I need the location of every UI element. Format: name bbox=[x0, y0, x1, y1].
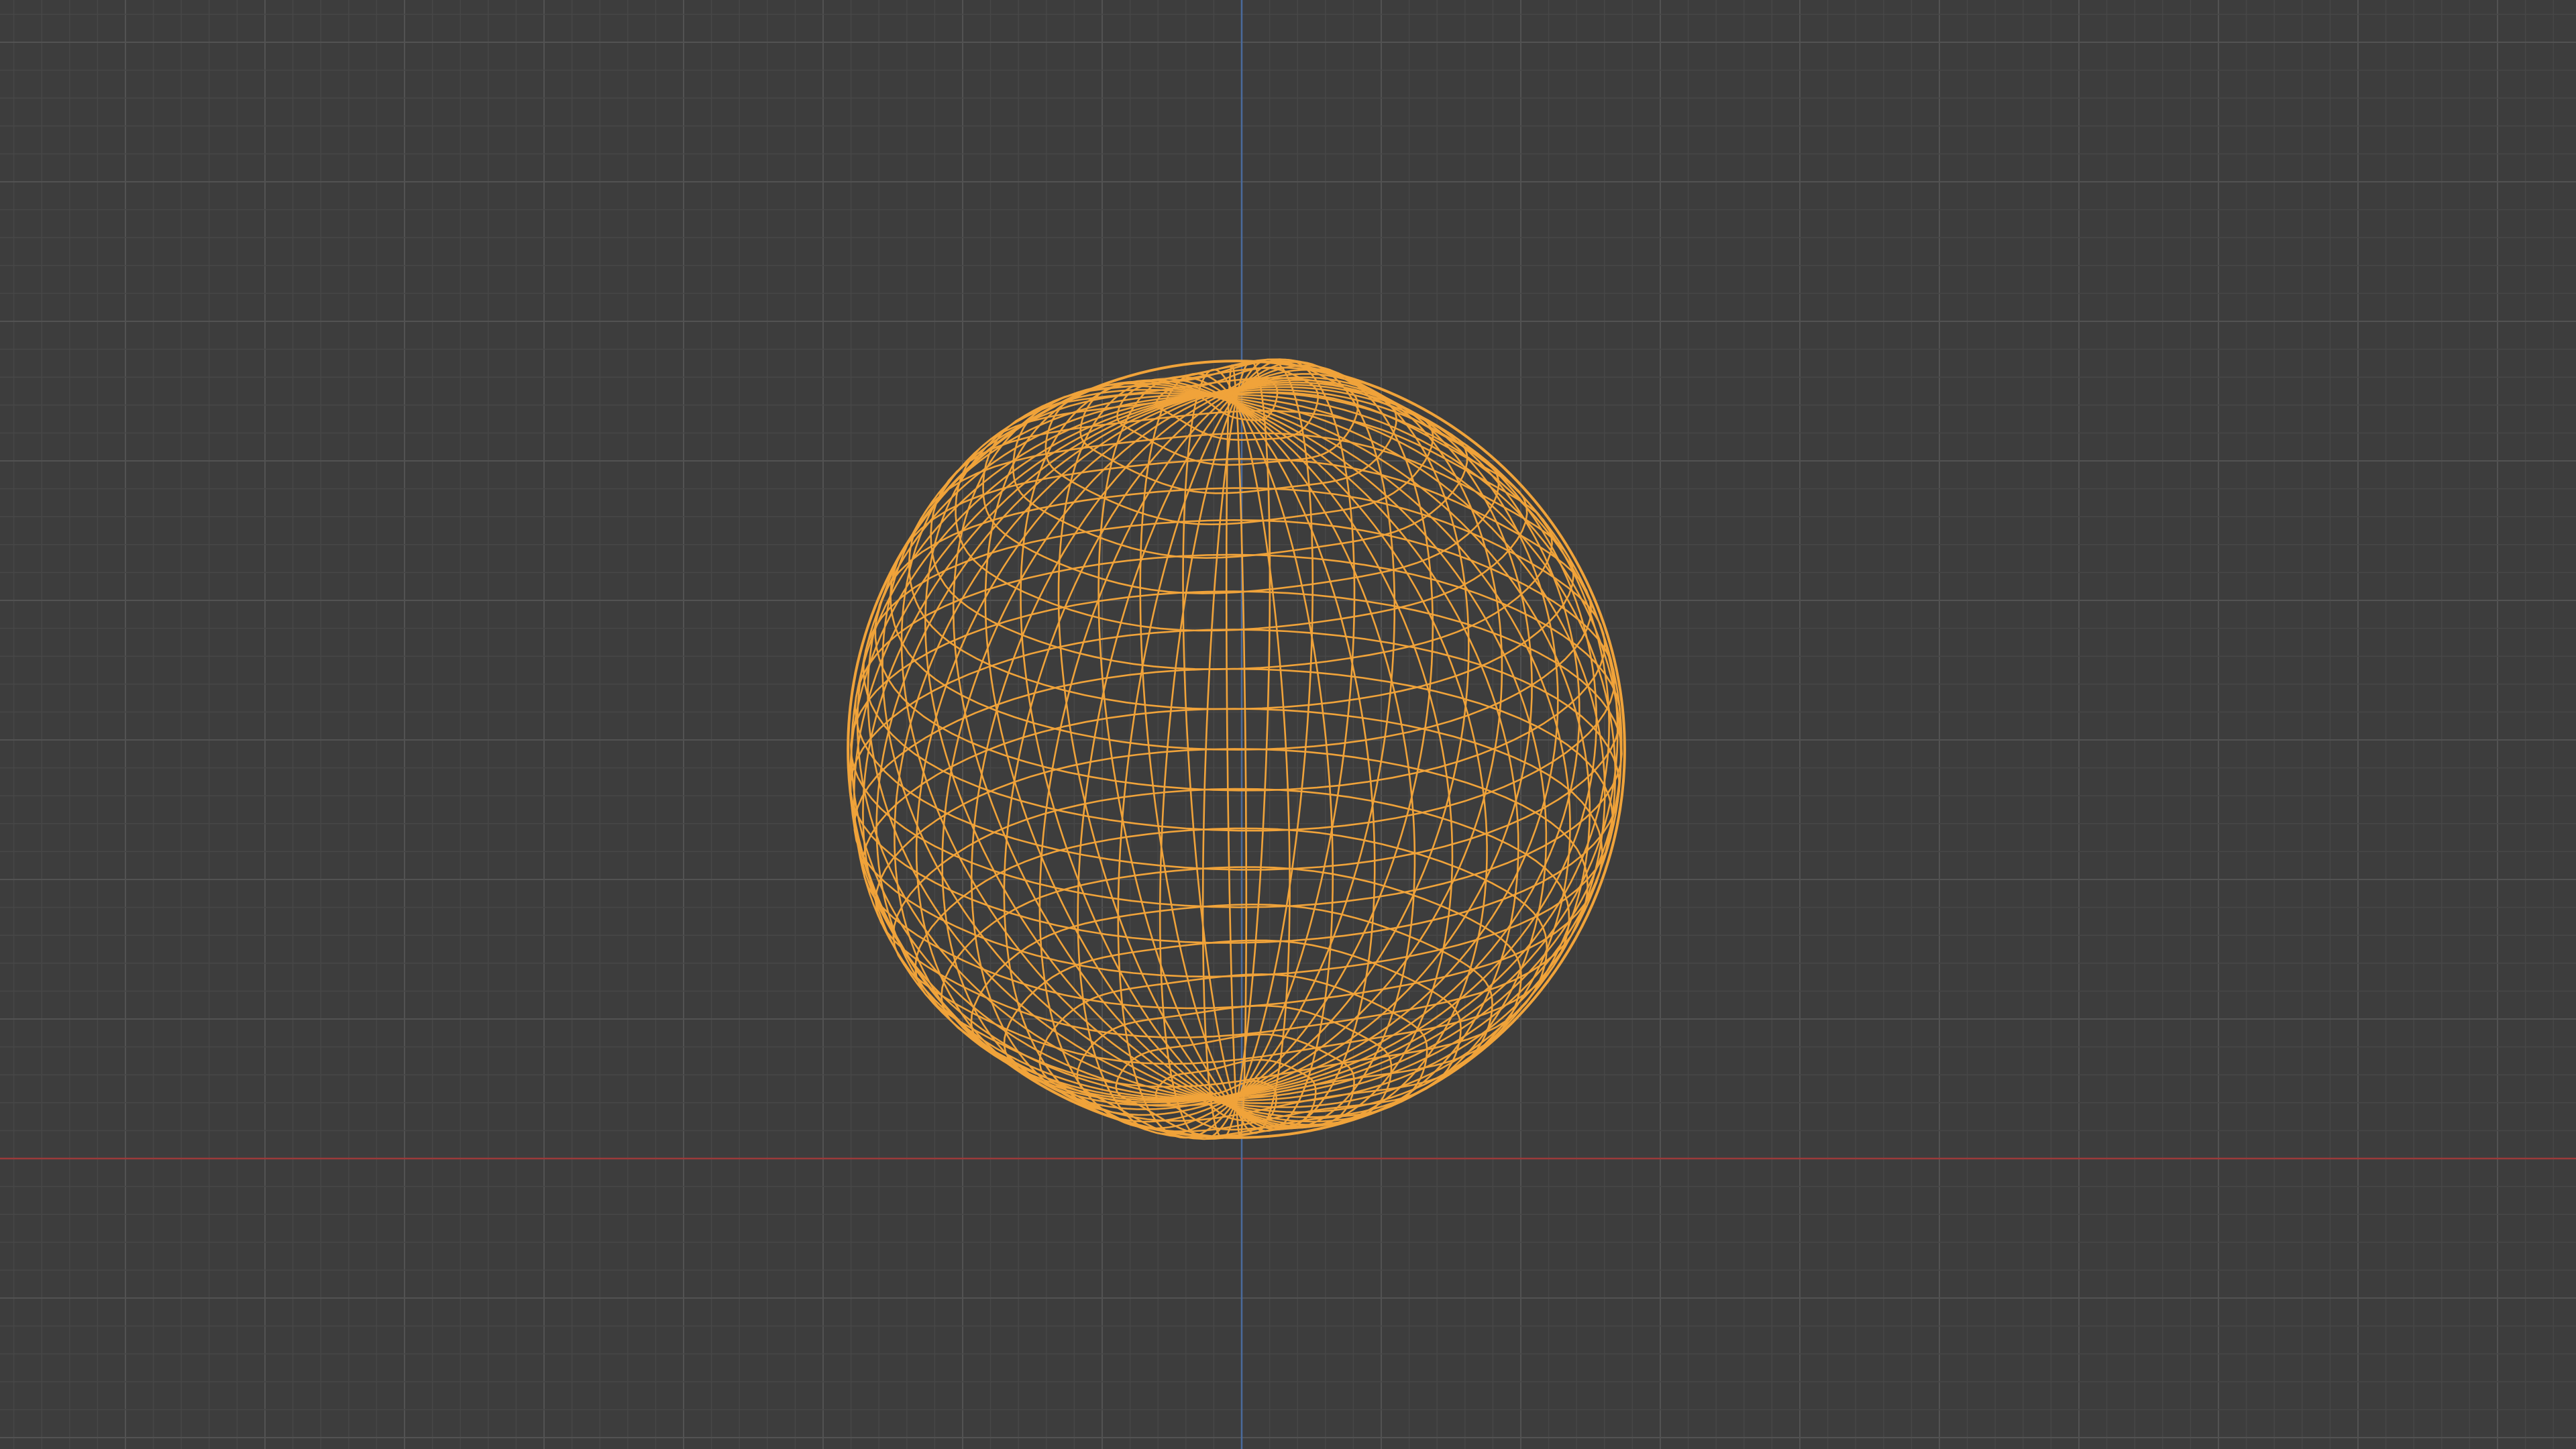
mesh-edge-loop bbox=[1182, 368, 1238, 1108]
3d-viewport[interactable] bbox=[0, 0, 2576, 1449]
mesh-edge-loop bbox=[1117, 394, 1238, 1139]
mesh-edge-loop bbox=[853, 390, 1237, 1100]
mesh-edge-loop bbox=[1236, 399, 1591, 1114]
floor-grid bbox=[0, 0, 2576, 1449]
mesh-edge-loop bbox=[1038, 390, 1237, 1130]
mesh-edge-loop bbox=[849, 392, 1237, 1100]
sphere-mesh-wireframe[interactable] bbox=[847, 358, 1626, 1140]
mesh-edge-loop bbox=[1236, 396, 1617, 1104]
mesh-edge-loop bbox=[1235, 358, 1314, 1103]
viewport-canvas[interactable] bbox=[0, 0, 2576, 1449]
mesh-edge-loop bbox=[862, 389, 1237, 1101]
mesh-edge-loop bbox=[1225, 364, 1238, 1106]
